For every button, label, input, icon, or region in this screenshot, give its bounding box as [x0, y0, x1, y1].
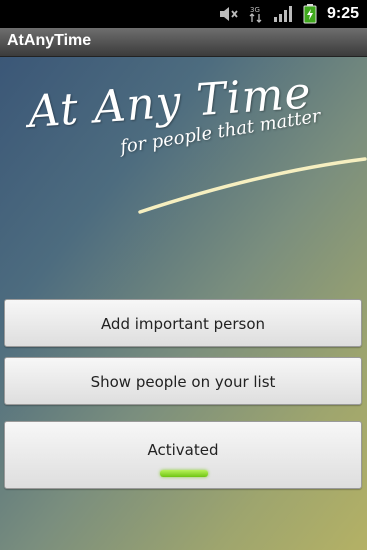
signal-icon: [273, 6, 292, 22]
screen: 3G 9:25 AtAnyTime At Any Time for people…: [0, 0, 367, 550]
toggle-on-indicator: [160, 470, 208, 477]
status-time: 9:25: [326, 5, 359, 22]
svg-text:3G: 3G: [250, 6, 260, 14]
title-bar: AtAnyTime: [0, 28, 367, 57]
add-important-person-label: Add important person: [100, 315, 266, 333]
app-title: AtAnyTime: [7, 32, 92, 49]
activated-toggle-label: Activated: [147, 441, 219, 459]
show-people-label: Show people on your list: [90, 373, 276, 391]
data-arrows-icon: 3G: [249, 6, 262, 23]
logo: At Any Time for people that matter: [0, 57, 367, 227]
logo-swoosh: [138, 157, 367, 214]
activated-toggle-button[interactable]: Activated: [4, 421, 362, 489]
status-bar: 3G 9:25: [0, 0, 367, 28]
battery-charging-icon: [303, 4, 317, 24]
main-content: At Any Time for people that matter Add i…: [0, 57, 367, 550]
show-people-button[interactable]: Show people on your list: [4, 357, 362, 405]
add-important-person-button[interactable]: Add important person: [4, 299, 362, 347]
mute-icon: [219, 7, 238, 21]
status-icons: 3G 9:25: [219, 0, 359, 28]
